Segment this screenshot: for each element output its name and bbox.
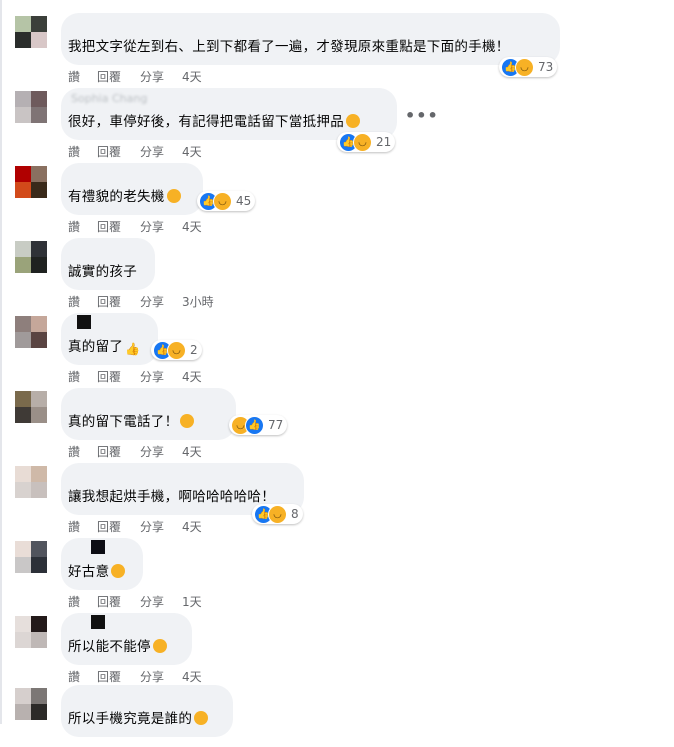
commenter-name[interactable] bbox=[77, 315, 91, 329]
comment-text: 讓我想起烘手機，啊哈哈哈哈哈！ bbox=[68, 489, 275, 505]
laughing-emoji-icon bbox=[346, 114, 360, 128]
comment-item: 真的留了 👍 👍 ◡ 2 讚 回覆 分享 4天 bbox=[0, 300, 674, 384]
grinning-emoji-icon bbox=[194, 711, 209, 725]
avatar[interactable] bbox=[15, 391, 47, 423]
comment-text: 所以能不能停 bbox=[68, 638, 167, 656]
reaction-summary[interactable]: 👍 ◡ 21 bbox=[337, 132, 396, 152]
comment-bubble: 有禮貌的老失機 bbox=[61, 163, 203, 215]
avatar[interactable] bbox=[15, 616, 47, 648]
haha-reaction-icon: ◡ bbox=[515, 57, 534, 77]
reaction-summary[interactable]: 👍 ◡ 73 bbox=[499, 57, 558, 77]
commenter-name[interactable] bbox=[91, 615, 105, 629]
comment-item: Sophia Chang 很好，車停好後，有記得把電話留下當抵押品 👍 ◡ 21… bbox=[0, 75, 674, 159]
haha-reaction-icon: ◡ bbox=[167, 340, 186, 360]
haha-reaction-icon: ◡ bbox=[353, 132, 372, 152]
comment-item: 讓我想起烘手機，啊哈哈哈哈哈！ 👍 ◡ 8 讚 回覆 分享 4天 bbox=[0, 450, 674, 534]
avatar[interactable] bbox=[15, 466, 47, 498]
haha-reaction-icon: ◡ bbox=[213, 191, 232, 211]
comment-bubble: 真的留了 👍 bbox=[61, 313, 158, 365]
comment-bubble: 所以手機究竟是誰的 bbox=[61, 685, 233, 737]
avatar[interactable] bbox=[15, 241, 47, 273]
comment-item: 真的留下電話了！ ◡ 👍 77 讚 回覆 分享 4天 bbox=[0, 375, 674, 459]
comment-text: 好古意 bbox=[68, 563, 126, 581]
commenter-name[interactable] bbox=[91, 540, 105, 554]
comment-item: 我把文字從左到右、上到下都看了一遍，才發現原來重點是下面的手機！ 👍 ◡ 73 … bbox=[0, 0, 674, 84]
reaction-count: 8 bbox=[291, 507, 299, 521]
avatar[interactable] bbox=[15, 91, 47, 123]
like-reaction-icon: 👍 bbox=[245, 415, 264, 435]
comment-bubble: 誠實的孩子 bbox=[61, 238, 155, 290]
comment-item: 所以能不能停 讚 回覆 分享 4天 bbox=[0, 600, 674, 684]
comment-bubble: 所以能不能停 bbox=[61, 613, 192, 665]
comment-item: 誠實的孩子 讚 回覆 分享 3小時 bbox=[0, 225, 674, 309]
reaction-summary[interactable]: 👍 ◡ 2 bbox=[151, 340, 202, 360]
thumbs-up-emoji-icon: 👍 bbox=[125, 342, 141, 356]
comment-item: 好古意 讚 回覆 分享 1天 bbox=[0, 525, 674, 609]
commenter-name[interactable]: Sophia Chang bbox=[71, 92, 147, 106]
reaction-summary[interactable]: ◡ 👍 77 bbox=[229, 415, 288, 435]
reaction-count: 73 bbox=[538, 60, 554, 74]
reaction-count: 2 bbox=[190, 343, 198, 357]
comment-text: 有禮貌的老失機 bbox=[68, 188, 181, 206]
comment-bubble: 好古意 bbox=[61, 538, 143, 590]
comment-bubble: 真的留下電話了！ bbox=[61, 388, 236, 440]
avatar[interactable] bbox=[15, 166, 47, 198]
thinking-emoji-icon bbox=[152, 639, 167, 653]
reaction-summary[interactable]: 👍 ◡ 45 bbox=[197, 191, 256, 211]
smirk-emoji-icon bbox=[166, 189, 181, 203]
comment-item: 有禮貌的老失機 👍 ◡ 45 讚 回覆 分享 4天 bbox=[0, 150, 674, 234]
reaction-count: 45 bbox=[236, 194, 252, 208]
rolling-laughing-emoji-icon bbox=[111, 564, 126, 578]
comment-bubble: Sophia Chang 很好，車停好後，有記得把電話留下當抵押品 👍 ◡ 21 bbox=[61, 88, 397, 152]
comment-item: 所以手機究竟是誰的 bbox=[0, 672, 674, 747]
avatar[interactable] bbox=[15, 316, 47, 348]
haha-reaction-icon: ◡ bbox=[268, 504, 287, 524]
comment-text: 很好，車停好後，有記得把電話留下當抵押品 bbox=[68, 113, 360, 131]
comment-text: 真的留下電話了！ bbox=[68, 413, 195, 431]
avatar[interactable] bbox=[15, 688, 47, 720]
avatar[interactable] bbox=[15, 541, 47, 573]
comment-text: 誠實的孩子 bbox=[68, 264, 137, 280]
reaction-count: 21 bbox=[376, 135, 392, 149]
avatar[interactable] bbox=[15, 16, 47, 48]
more-options-icon[interactable]: ••• bbox=[405, 106, 439, 125]
reaction-summary[interactable]: 👍 ◡ 8 bbox=[252, 504, 303, 524]
rolling-laughing-emoji-icon bbox=[180, 414, 195, 428]
comment-text: 我把文字從左到右、上到下都看了一遍，才發現原來重點是下面的手機！ bbox=[68, 39, 510, 55]
comment-text: 真的留了 👍 bbox=[68, 339, 141, 356]
comment-text: 所以手機究竟是誰的 bbox=[68, 710, 209, 728]
reaction-count: 77 bbox=[268, 418, 284, 432]
comment-bubble: 我把文字從左到右、上到下都看了一遍，才發現原來重點是下面的手機！ 👍 ◡ 73 bbox=[61, 13, 560, 77]
